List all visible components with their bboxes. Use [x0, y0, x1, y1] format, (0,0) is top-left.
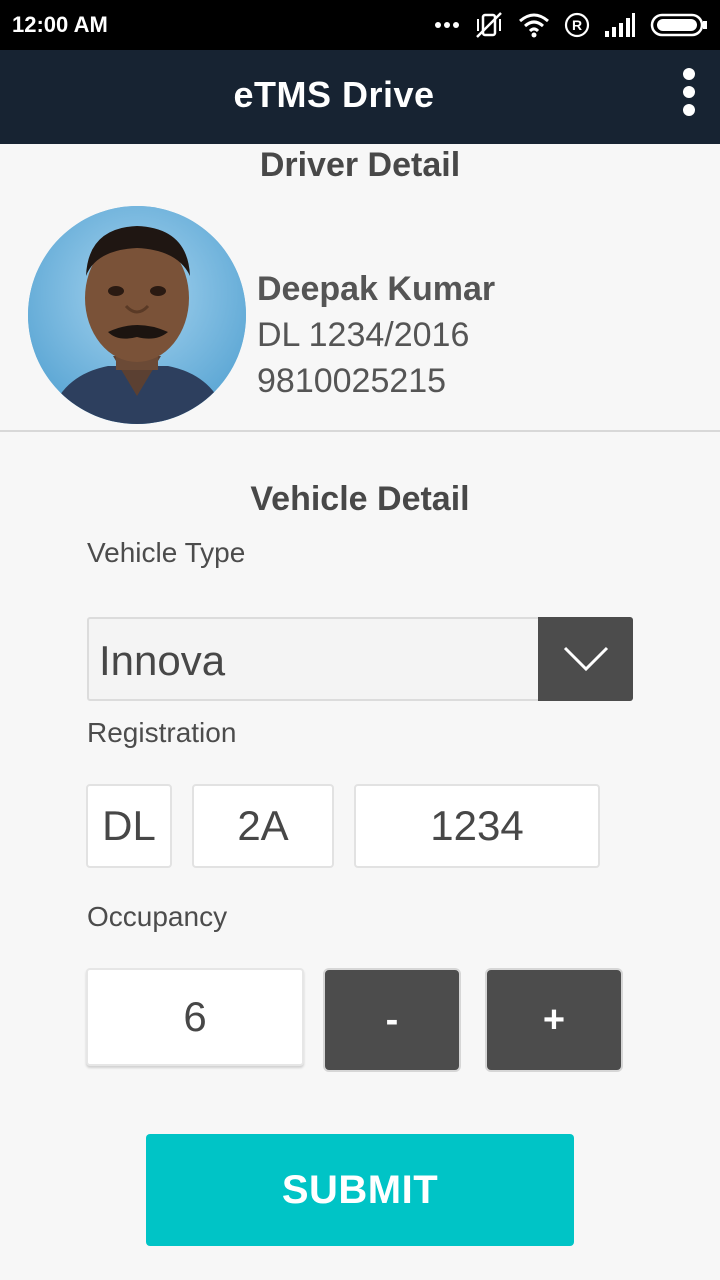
- submit-button[interactable]: SUBMIT: [146, 1134, 574, 1246]
- dropdown-arrow-button[interactable]: [538, 617, 633, 701]
- status-time: 12:00 AM: [12, 12, 108, 37]
- app-bar: eTMS Drive: [0, 50, 720, 144]
- occupancy-label: Occupancy: [87, 901, 228, 932]
- app-title: eTMS Drive: [233, 74, 435, 115]
- driver-avatar: [28, 206, 246, 424]
- registration-series-field[interactable]: 2A: [192, 784, 334, 868]
- driver-name: Deepak Kumar: [257, 270, 496, 308]
- increment-button[interactable]: +: [485, 968, 623, 1072]
- overflow-menu-icon[interactable]: [682, 68, 696, 116]
- driver-license: DL 1234/2016: [257, 316, 470, 354]
- decrement-button[interactable]: -: [323, 968, 461, 1072]
- wifi-icon: [519, 13, 549, 38]
- more-dots-icon: [435, 22, 459, 28]
- registration-state-field[interactable]: DL: [86, 784, 172, 868]
- driver-info: Deepak Kumar DL 1234/2016 9810025215: [257, 270, 495, 408]
- vehicle-type-dropdown[interactable]: Innova: [87, 617, 633, 701]
- vibrate-off-icon: [476, 12, 502, 38]
- registration-label: Registration: [87, 717, 237, 748]
- status-icons: R: [434, 10, 708, 40]
- roaming-r-icon: R: [564, 12, 590, 38]
- vehicle-detail-heading: Vehicle Detail: [250, 480, 470, 518]
- vehicle-type-label: Vehicle Type: [87, 537, 246, 568]
- battery-icon: [650, 13, 707, 37]
- status-bar: 12:00 AM R: [0, 0, 720, 50]
- vehicle-type-value: Innova: [99, 637, 226, 684]
- driver-detail-heading: Driver Detail: [259, 146, 461, 184]
- chevron-down-icon: [563, 646, 608, 672]
- occupancy-field[interactable]: 6: [86, 968, 304, 1066]
- driver-phone: 9810025215: [257, 362, 447, 400]
- svg-text:R: R: [572, 17, 582, 33]
- registration-number-field[interactable]: 1234: [354, 784, 600, 868]
- section-divider: [0, 430, 720, 432]
- signal-icon: [605, 13, 635, 37]
